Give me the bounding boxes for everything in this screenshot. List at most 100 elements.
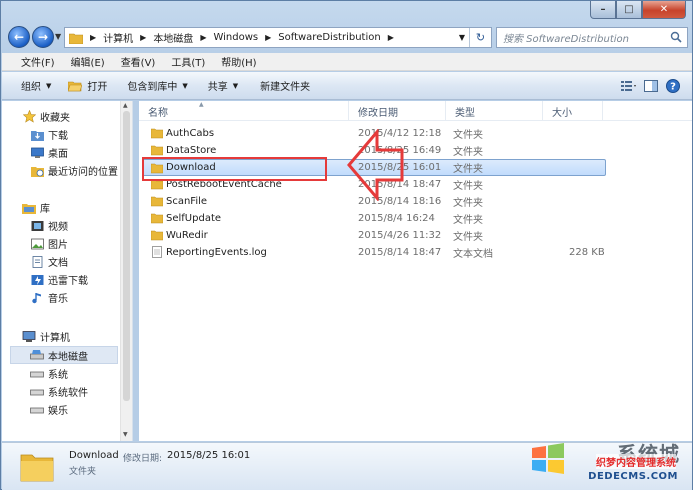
file-date: 2015/8/4 16:24 [358, 213, 435, 224]
drive-icon [30, 349, 44, 362]
change-view-button[interactable] [618, 78, 640, 94]
close-button[interactable]: ✕ [642, 1, 686, 19]
file-row-wuredir[interactable]: WuRedir 2015/4/26 11:32 文件夹 [143, 227, 605, 244]
nav-computer[interactable]: 计算机 [22, 329, 70, 344]
folder-icon [69, 33, 83, 44]
open-button[interactable]: 打开 [68, 78, 107, 93]
nav-music[interactable]: 音乐 [30, 290, 68, 305]
large-folder-icon [20, 454, 54, 482]
maximize-icon: □ [624, 4, 634, 15]
forward-button[interactable]: → [32, 26, 54, 48]
breadcrumb-softwaredistribution[interactable]: SoftwareDistribution ▶ [278, 32, 401, 43]
refresh-button[interactable]: ↻ [469, 28, 491, 47]
back-button[interactable]: ← [8, 26, 30, 48]
nav-documents[interactable]: 文档 [30, 254, 68, 269]
address-history-dropdown[interactable]: ▼ [455, 33, 469, 42]
breadcrumb-root[interactable]: ▶ [83, 33, 103, 42]
maximize-button[interactable]: □ [616, 1, 642, 19]
nav-label: 桌面 [48, 149, 68, 160]
menu-edit[interactable]: 编辑(E) [63, 54, 113, 69]
breadcrumb-label: SoftwareDistribution [278, 32, 381, 43]
help-button[interactable]: ? [662, 78, 684, 94]
file-type: 文件夹 [453, 164, 483, 175]
nav-scrollbar[interactable]: ▲ ▼ [120, 101, 132, 441]
column-label: 修改日期 [358, 107, 398, 119]
nav-label: 系统 [48, 370, 68, 381]
nav-label: 最近访问的位置 [48, 167, 118, 178]
chevron-down-icon: ▼ [232, 81, 239, 90]
nav-pictures[interactable]: 图片 [30, 236, 68, 251]
details-modified-label: 修改日期: [123, 454, 163, 464]
nav-label: 娱乐 [48, 406, 68, 417]
svg-text:?: ? [670, 82, 676, 93]
file-type: 文件夹 [453, 181, 483, 192]
scrollbar-thumb[interactable] [123, 111, 130, 401]
include-label: 包含到库中 [127, 82, 178, 93]
search-placeholder: 搜索 SoftwareDistribution [503, 34, 629, 45]
menu-view[interactable]: 查看(V) [113, 54, 164, 69]
address-bar[interactable]: ▶ 计算机 ▶ 本地磁盘 ▶ Windows ▶ SoftwareDistributi… [64, 27, 492, 48]
breadcrumb-label: Windows [213, 32, 259, 43]
organize-button[interactable]: 组织 ▼ [21, 78, 51, 94]
preview-pane-button[interactable] [640, 78, 662, 94]
nav-favorites[interactable]: 收藏夹 [22, 109, 70, 124]
arrow-right-icon: → [37, 30, 49, 44]
nav-label: 音乐 [48, 294, 68, 305]
drive-icon [30, 403, 44, 416]
caption-buttons: – □ ✕ [590, 1, 686, 19]
nav-thunder-downloads[interactable]: 迅雷下载 [30, 272, 88, 287]
file-date: 2015/8/14 18:47 [358, 247, 442, 258]
nav-videos[interactable]: 视频 [30, 218, 68, 233]
help-icon: ? [666, 79, 680, 93]
file-type: 文件夹 [453, 198, 483, 209]
open-folder-icon [68, 81, 83, 91]
nav-downloads[interactable]: 下载 [30, 127, 68, 142]
new-folder-button[interactable]: 新建文件夹 [260, 78, 310, 93]
nav-label: 收藏夹 [40, 113, 70, 124]
menu-file[interactable]: 文件(F) [2, 54, 63, 69]
share-button[interactable]: 共享 ▼ [208, 78, 239, 94]
recent-pages-dropdown[interactable]: ▼ [55, 32, 61, 41]
pictures-icon [30, 237, 44, 250]
file-name: DataStore [166, 145, 217, 156]
nav-recent[interactable]: 最近访问的位置 [30, 163, 118, 178]
nav-system-drive[interactable]: 系统 [30, 366, 68, 381]
nav-local-disk[interactable]: 本地磁盘 [10, 346, 118, 364]
breadcrumb-local-disk[interactable]: 本地磁盘 ▶ [153, 30, 213, 45]
scroll-up-icon: ▲ [123, 102, 128, 109]
minimize-button[interactable]: – [590, 1, 616, 19]
breadcrumb-computer[interactable]: 计算机 ▶ [103, 30, 153, 45]
search-input[interactable]: 搜索 SoftwareDistribution [496, 27, 688, 48]
text-document-icon [152, 246, 162, 258]
nav-label: 库 [40, 204, 50, 215]
nav-libraries[interactable]: 库 [22, 200, 50, 215]
breadcrumb-windows[interactable]: Windows ▶ [213, 32, 278, 43]
nav-entertainment-drive[interactable]: 娱乐 [30, 402, 68, 417]
column-type[interactable]: 类型 [446, 101, 543, 121]
folder-icon [151, 128, 163, 139]
navigation-pane: 收藏夹 下载 桌面 最近访问的位置 库 视频 图片 文档 迅雷下载 音乐 计算机… [2, 101, 133, 441]
file-name: ScanFile [166, 196, 208, 207]
column-name[interactable]: 名称 [139, 101, 349, 121]
column-modified[interactable]: 修改日期 [349, 101, 446, 121]
chevron-right-icon: ▶ [200, 33, 207, 42]
file-row-reportingevents[interactable]: ReportingEvents.log 2015/8/14 18:47 文本文档… [143, 244, 605, 261]
nav-desktop[interactable]: 桌面 [30, 145, 68, 160]
file-row-selfupdate[interactable]: SelfUpdate 2015/8/4 16:24 文件夹 [143, 210, 605, 227]
column-size[interactable]: 大小 [543, 101, 603, 121]
file-date: 2015/4/26 11:32 [358, 230, 442, 241]
minimize-icon: – [600, 4, 606, 15]
nav-software-drive[interactable]: 系统软件 [30, 384, 88, 399]
menu-help[interactable]: 帮助(H) [213, 54, 264, 69]
red-arrow-annotation [347, 129, 404, 201]
chevron-right-icon: ▶ [90, 33, 97, 42]
include-in-library-button[interactable]: 包含到库中 ▼ [127, 78, 187, 94]
file-size: 228 KB [569, 247, 605, 258]
watermark-subtitle: 织梦内容管理系统 [596, 454, 676, 469]
file-type: 文件夹 [453, 215, 483, 226]
file-list: ▲ 名称 修改日期 类型 大小 AuthCabs 2015/4/12 12:18… [139, 101, 692, 441]
menu-tools[interactable]: 工具(T) [163, 54, 213, 69]
folder-icon [151, 230, 163, 241]
folder-icon [151, 196, 163, 207]
column-label: 大小 [552, 107, 572, 119]
